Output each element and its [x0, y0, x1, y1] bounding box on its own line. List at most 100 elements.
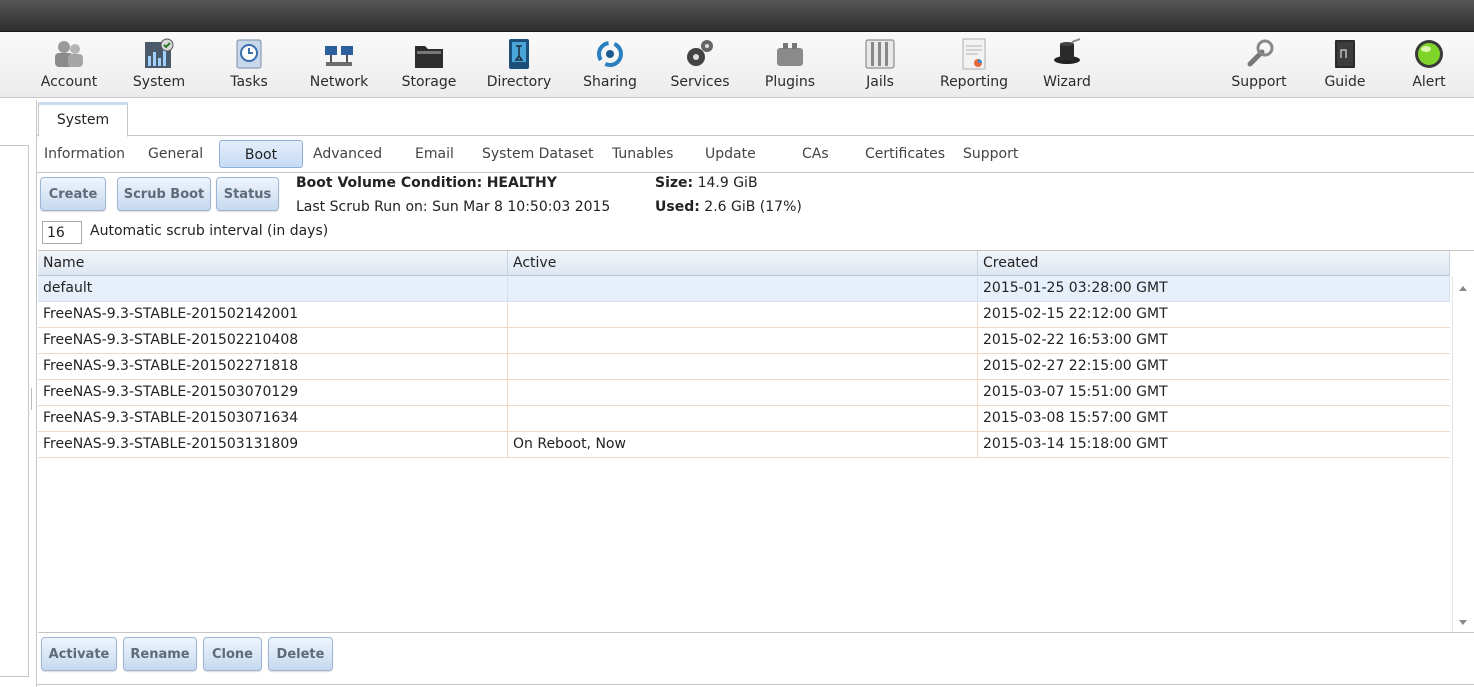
subtab-information[interactable]: Information — [38, 140, 131, 168]
toolbar-directory[interactable]: Directory — [474, 38, 564, 96]
cell-active — [508, 276, 978, 302]
jails-icon — [865, 39, 895, 69]
toolbar-network[interactable]: Network — [294, 38, 384, 96]
scroll-down-icon[interactable] — [1459, 620, 1467, 625]
subtab-support[interactable]: Support — [957, 140, 1024, 168]
toolbar-services-label: Services — [670, 74, 730, 90]
toolbar-directory-label: Directory — [486, 74, 552, 90]
subtab-tunables[interactable]: Tunables — [606, 140, 679, 168]
panel-splitter[interactable] — [31, 388, 33, 410]
toolbar-plugins[interactable]: Plugins — [745, 38, 835, 96]
subtab-certificates[interactable]: Certificates — [859, 140, 951, 168]
top-bar — [0, 0, 1474, 32]
subtab-cas[interactable]: CAs — [796, 140, 835, 168]
cell-name: default — [38, 276, 508, 302]
reporting-icon — [962, 38, 986, 70]
toolbar-storage-label: Storage — [401, 74, 457, 90]
scrub-interval-label: Automatic scrub interval (in days) — [90, 223, 329, 239]
status-button[interactable]: Status — [216, 177, 279, 211]
table-row[interactable]: FreeNAS-9.3-STABLE-201503071634 2015-03-… — [38, 406, 1450, 432]
main-panel: System Information General Boot Advanced… — [36, 100, 1474, 687]
cell-created: 2015-01-25 03:28:00 GMT — [978, 276, 1450, 302]
last-scrub-run: Last Scrub Run on: Sun Mar 8 10:50:03 20… — [296, 199, 610, 215]
size-label: Size: — [655, 175, 694, 191]
toolbar-account-label: Account — [40, 74, 98, 90]
cell-active: On Reboot, Now — [508, 432, 978, 458]
cell-active — [508, 302, 978, 328]
toolbar-network-label: Network — [309, 74, 369, 90]
subtab-system-dataset[interactable]: System Dataset — [476, 140, 599, 168]
support-icon — [1247, 39, 1274, 67]
table-row[interactable]: FreeNAS-9.3-STABLE-201503131809 On Reboo… — [38, 432, 1450, 458]
account-icon — [55, 41, 83, 67]
sharing-icon — [597, 41, 623, 67]
table-row[interactable]: FreeNAS-9.3-STABLE-201502271818 2015-02-… — [38, 354, 1450, 380]
toolbar-support[interactable]: Support — [1214, 38, 1304, 96]
subtab-update[interactable]: Update — [699, 140, 762, 168]
toolbar-support-label: Support — [1231, 74, 1287, 90]
toolbar-wizard-label: Wizard — [1043, 74, 1091, 90]
subtab-advanced[interactable]: Advanced — [307, 140, 388, 168]
toolbar-wizard[interactable]: Wizard — [1022, 38, 1112, 96]
create-button[interactable]: Create — [40, 177, 106, 211]
subtab-general[interactable]: General — [142, 140, 209, 168]
clone-button[interactable]: Clone — [203, 637, 262, 671]
toolbar-guide-label: Guide — [1324, 74, 1366, 90]
guide-icon — [1335, 40, 1355, 68]
toolbar-alert[interactable]: Alert — [1384, 38, 1474, 96]
cell-created: 2015-02-27 22:15:00 GMT — [983, 358, 1168, 374]
cell-created: 2015-03-08 15:57:00 GMT — [983, 410, 1168, 426]
table-row[interactable]: FreeNAS-9.3-STABLE-201502210408 2015-02-… — [38, 328, 1450, 354]
scroll-up-icon[interactable] — [1459, 286, 1467, 291]
subtab-boot[interactable]: Boot — [219, 140, 303, 168]
tab-system[interactable]: System — [38, 102, 128, 137]
cell-name: FreeNAS-9.3-STABLE-201503131809 — [38, 432, 508, 458]
toolbar-jails[interactable]: Jails — [835, 38, 925, 96]
toolbar-tasks-label: Tasks — [230, 74, 268, 90]
scrub-interval-input[interactable] — [42, 221, 82, 244]
plugins-icon — [777, 43, 803, 66]
services-icon — [687, 40, 713, 66]
last-scrub-value: Sun Mar 8 10:50:03 2015 — [432, 199, 611, 215]
toolbar-plugins-label: Plugins — [764, 74, 816, 90]
column-name[interactable]: Name — [38, 251, 508, 276]
grid-body: default 2015-01-25 03:28:00 GMT FreeNAS-… — [38, 276, 1450, 458]
toolbar-storage[interactable]: Storage — [384, 38, 474, 96]
toolbar-sharing[interactable]: Sharing — [565, 38, 655, 96]
rename-button[interactable]: Rename — [123, 637, 197, 671]
toolbar-system-label: System — [132, 74, 186, 90]
cell-name: FreeNAS-9.3-STABLE-201503070129 — [38, 380, 508, 406]
size-value: 14.9 GiB — [697, 175, 758, 191]
alert-icon — [1415, 40, 1443, 68]
toolbar-guide[interactable]: Guide — [1300, 38, 1390, 96]
used-value: 2.6 GiB (17%) — [704, 199, 802, 215]
directory-icon — [509, 39, 529, 69]
toolbar-services[interactable]: Services — [655, 38, 745, 96]
boot-condition-value: HEALTHY — [486, 175, 557, 191]
table-row[interactable]: default 2015-01-25 03:28:00 GMT — [38, 276, 1450, 302]
toolbar-tasks[interactable]: Tasks — [204, 38, 294, 96]
toolbar-system[interactable]: System — [114, 38, 204, 96]
toolbar-account[interactable]: Account — [24, 38, 114, 96]
toolbar-sharing-label: Sharing — [583, 74, 637, 90]
cell-created: 2015-02-15 22:12:00 GMT — [983, 306, 1168, 322]
cell-active — [508, 406, 978, 432]
boot-used: Used: 2.6 GiB (17%) — [655, 199, 802, 215]
table-row[interactable]: FreeNAS-9.3-STABLE-201503070129 2015-03-… — [38, 380, 1450, 406]
network-icon — [325, 46, 353, 66]
column-created[interactable]: Created — [978, 251, 1450, 276]
activate-button[interactable]: Activate — [41, 637, 117, 671]
table-row[interactable]: FreeNAS-9.3-STABLE-201502142001 2015-02-… — [38, 302, 1450, 328]
grid-header: Name Active Created — [38, 251, 1450, 276]
scrub-boot-button[interactable]: Scrub Boot — [117, 177, 211, 211]
cell-active — [508, 354, 978, 380]
column-active[interactable]: Active — [508, 251, 978, 276]
boot-condition: Boot Volume Condition: HEALTHY — [296, 175, 557, 191]
system-subtabs: Information General Boot Advanced Email … — [37, 137, 1474, 173]
cell-name: FreeNAS-9.3-STABLE-201503071634 — [38, 406, 508, 432]
delete-button[interactable]: Delete — [268, 637, 333, 671]
toolbar-reporting[interactable]: Reporting — [929, 38, 1019, 96]
grid-scrollbar[interactable] — [1452, 276, 1474, 632]
subtab-email[interactable]: Email — [409, 140, 460, 168]
used-label: Used: — [655, 199, 700, 215]
